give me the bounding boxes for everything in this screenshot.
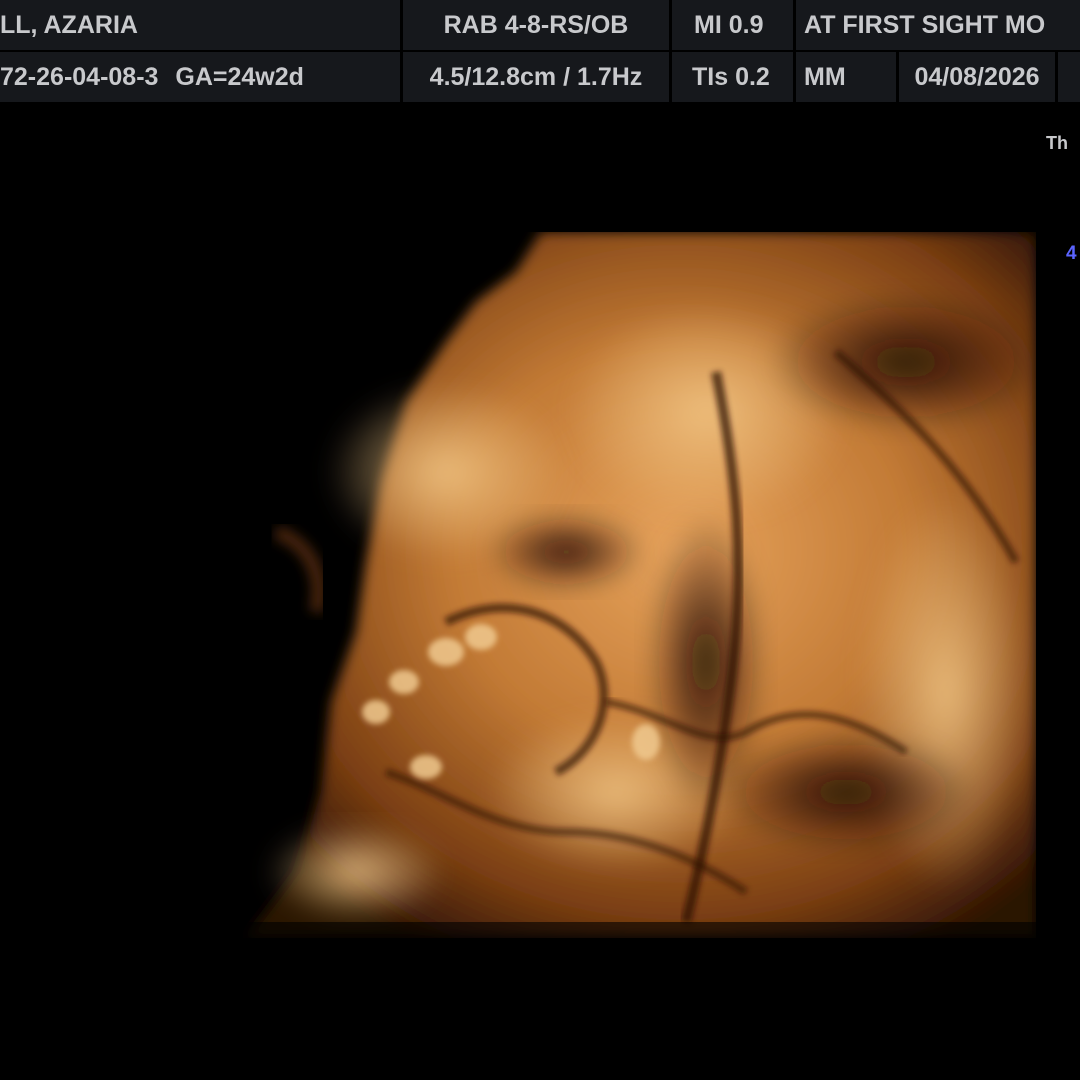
- exam-date: 04/08/2026: [914, 63, 1040, 91]
- date-cell: 04/08/2026: [899, 52, 1055, 102]
- depth-frequency-cell: 4.5/12.8cm / 1.7Hz: [403, 52, 669, 102]
- patient-name-cell: LL, AZARIA: [0, 0, 400, 50]
- operator-cell: MM: [796, 52, 896, 102]
- depth-frequency: 4.5/12.8cm / 1.7Hz: [429, 63, 643, 91]
- operator-initials: MM: [804, 63, 846, 91]
- mechanical-index: MI 0.9: [694, 11, 764, 39]
- patient-id-cell: 72-26-04-08-3 GA=24w2d: [0, 52, 400, 102]
- fetal-face-rendering: [146, 232, 1036, 938]
- patient-name: LL, AZARIA: [0, 11, 138, 39]
- tis-cell: TIs 0.2: [672, 52, 793, 102]
- clinic-cell: AT FIRST SIGHT MO: [796, 0, 1080, 50]
- patient-id: 72-26-04-08-3: [0, 63, 159, 91]
- thermal-index: TIs 0.2: [692, 63, 770, 91]
- probe-preset: RAB 4-8-RS/OB: [443, 11, 629, 39]
- info-header: LL, AZARIA RAB 4-8-RS/OB MI 0.9 AT FIRST…: [0, 0, 1080, 104]
- threshold-label: Th: [1046, 133, 1068, 153]
- scale-marker: 4: [1066, 243, 1077, 264]
- 3d-ultrasound-render: [146, 232, 1036, 938]
- probe-preset-cell: RAB 4-8-RS/OB: [403, 0, 669, 50]
- mi-cell: MI 0.9: [672, 0, 793, 50]
- gestational-age: GA=24w2d: [175, 63, 304, 91]
- clinic-name: AT FIRST SIGHT MO: [804, 11, 1046, 39]
- header-edge-cell: [1058, 52, 1080, 102]
